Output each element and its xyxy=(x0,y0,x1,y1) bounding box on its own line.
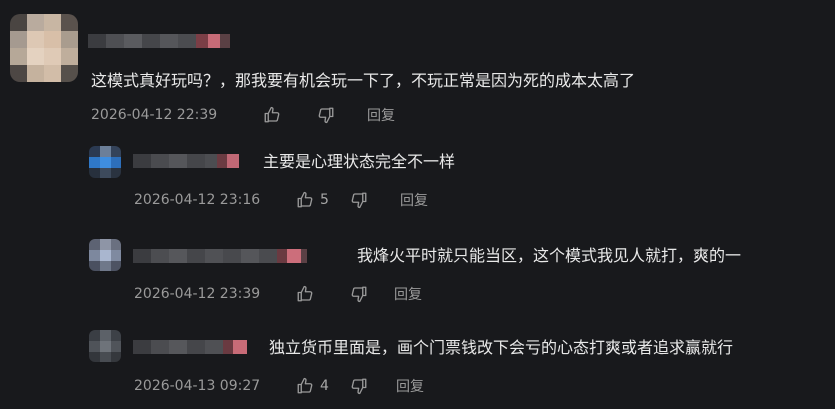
thumbs-down-icon xyxy=(351,192,367,209)
like-button[interactable]: 4 xyxy=(296,377,350,395)
comment-timestamp: 2026-04-12 23:39 xyxy=(134,286,261,302)
like-button[interactable] xyxy=(296,285,350,303)
dislike-button[interactable] xyxy=(350,191,400,209)
like-count: 5 xyxy=(320,192,329,208)
comment-meta: 2026-04-12 23:39 回复 xyxy=(134,283,422,305)
reply-button[interactable]: 回复 xyxy=(367,105,395,125)
avatar[interactable] xyxy=(89,146,121,178)
avatar[interactable] xyxy=(89,239,121,271)
reply-button[interactable]: 回复 xyxy=(396,376,424,396)
comment-meta: 2026-04-12 22:39 回复 xyxy=(91,104,395,126)
reply-button[interactable]: 回复 xyxy=(394,284,422,304)
dislike-button[interactable] xyxy=(350,377,396,395)
avatar[interactable] xyxy=(89,330,121,362)
like-button[interactable]: 5 xyxy=(296,191,350,209)
thumbs-up-icon xyxy=(264,106,280,123)
comment-text: 主要是心理状态完全不一样 xyxy=(263,152,456,171)
dislike-button[interactable] xyxy=(317,106,367,124)
like-button[interactable] xyxy=(263,106,317,124)
comment-text: 我烽火平时就只能当区，这个模式我见人就打，爽的一 xyxy=(357,246,742,265)
like-count: 4 xyxy=(320,378,329,394)
comment-meta: 2026-04-12 23:16 5 回复 xyxy=(134,189,428,211)
comment-timestamp: 2026-04-13 09:27 xyxy=(134,378,261,394)
thumbs-up-icon xyxy=(297,377,313,394)
dislike-button[interactable] xyxy=(350,285,394,303)
username-redacted[interactable] xyxy=(133,154,239,168)
comment-meta: 2026-04-13 09:27 4 回复 xyxy=(134,375,424,397)
thumbs-up-icon xyxy=(297,191,313,208)
comment-timestamp: 2026-04-12 22:39 xyxy=(91,107,218,123)
username-redacted[interactable] xyxy=(133,340,247,354)
thumbs-up-icon xyxy=(297,285,313,302)
comment-timestamp: 2026-04-12 23:16 xyxy=(134,192,261,208)
username-redacted[interactable] xyxy=(88,34,230,48)
comment-text: 这模式真好玩吗？，那我要有机会玩一下了，不玩正常是因为死的成本太高了 xyxy=(91,71,636,90)
comment-thread: 这模式真好玩吗？，那我要有机会玩一下了，不玩正常是因为死的成本太高了 2026-… xyxy=(0,0,835,409)
thumbs-down-icon xyxy=(351,378,367,395)
reply-button[interactable]: 回复 xyxy=(400,190,428,210)
thumbs-down-icon xyxy=(318,107,334,124)
avatar[interactable] xyxy=(10,14,78,82)
thumbs-down-icon xyxy=(351,286,367,303)
comment-text: 独立货币里面是，画个门票钱改下会亏的心态打爽或者追求赢就行 xyxy=(269,338,734,357)
username-redacted[interactable] xyxy=(133,249,307,263)
